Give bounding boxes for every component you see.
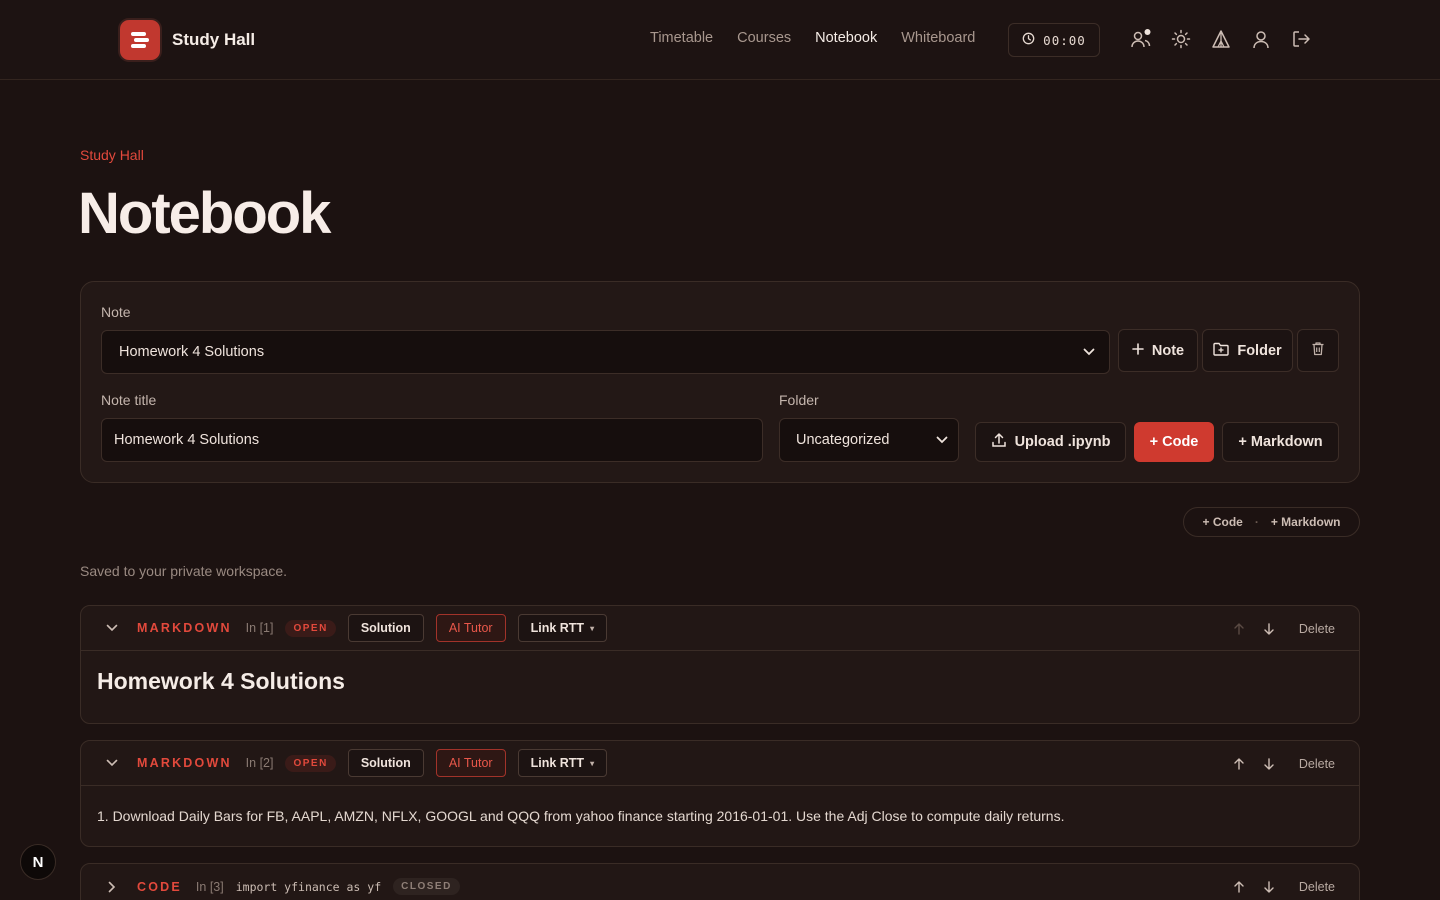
nav-link-whiteboard[interactable]: Whiteboard	[901, 30, 975, 46]
page-title: Notebook	[78, 181, 331, 246]
ai-tutor-button[interactable]: AI Tutor	[435, 614, 506, 642]
note-label: Note	[101, 304, 131, 320]
link-rtt-dropdown[interactable]: Link RTT ▾	[517, 614, 608, 642]
nav-link-courses[interactable]: Courses	[737, 30, 791, 46]
cell-type: MARKDOWN	[137, 756, 232, 770]
link-rtt-dropdown[interactable]: Link RTT ▾	[517, 749, 608, 777]
delete-cell-button[interactable]: Delete	[1299, 757, 1335, 771]
add-markdown-cell-button[interactable]: + Markdown	[1222, 422, 1339, 462]
quick-add-separator: ·	[1254, 515, 1259, 529]
delete-cell-button[interactable]: Delete	[1299, 880, 1335, 894]
nav-links: Timetable Courses Notebook Whiteboard	[650, 30, 975, 46]
note-select-value: Homework 4 Solutions	[119, 344, 265, 360]
add-note-label: Note	[1151, 342, 1185, 359]
add-folder-label: Folder	[1237, 342, 1282, 359]
notebook-cell: CODE In [3] import yfinance as yf CLOSED…	[80, 863, 1360, 900]
markdown-heading: Homework 4 Solutions	[97, 668, 345, 694]
delete-note-button[interactable]	[1297, 329, 1339, 372]
move-up-icon[interactable]	[1231, 621, 1247, 637]
study-hall-logo-icon	[120, 20, 160, 60]
move-down-icon[interactable]	[1261, 621, 1277, 637]
cell-exec-count: In [2]	[245, 756, 274, 770]
cell-actions: Delete	[1231, 741, 1335, 786]
cell-state-badge: CLOSED	[393, 878, 460, 895]
cell-header: CODE In [3] import yfinance as yf CLOSED…	[81, 864, 1359, 900]
study-timer[interactable]: 00:00	[1008, 23, 1100, 57]
ai-tutor-button[interactable]: AI Tutor	[435, 749, 506, 777]
add-folder-button[interactable]: Folder	[1202, 329, 1293, 372]
cell-body[interactable]: 1. Download Daily Bars for FB, AAPL, AMZ…	[81, 786, 1359, 824]
quick-add-code[interactable]: + Code	[1202, 515, 1242, 529]
logout-icon[interactable]	[1290, 28, 1312, 50]
plus-icon	[1132, 342, 1144, 359]
save-status: Saved to your private workspace.	[80, 563, 287, 579]
cell-actions: Delete	[1231, 606, 1335, 651]
nav-icon-group	[1130, 28, 1312, 50]
note-select[interactable]: Homework 4 Solutions	[101, 330, 1110, 374]
link-rtt-label: Link RTT	[530, 621, 585, 635]
upload-ipynb-button[interactable]: Upload .ipynb	[975, 422, 1126, 462]
user-icon[interactable]	[1250, 28, 1272, 50]
users-icon[interactable]	[1130, 28, 1152, 50]
caret-down-icon: ▾	[590, 623, 595, 633]
cell-type: CODE	[137, 879, 182, 894]
brand[interactable]: Study Hall	[120, 20, 255, 60]
nav-link-notebook[interactable]: Notebook	[815, 30, 877, 46]
tent-icon[interactable]	[1210, 28, 1232, 50]
collapse-chevron-icon[interactable]	[103, 619, 121, 637]
markdown-paragraph: 1. Download Daily Bars for FB, AAPL, AMZ…	[97, 808, 1065, 824]
folder-label: Folder	[779, 392, 819, 408]
note-settings-panel: Note Homework 4 Solutions Note Folder No…	[80, 281, 1360, 483]
upload-label: Upload .ipynb	[1014, 434, 1111, 450]
solution-button[interactable]: Solution	[347, 749, 424, 777]
clock-icon	[1022, 32, 1035, 48]
code-preview: import yfinance as yf	[235, 879, 382, 894]
notebook-cell: MARKDOWN In [1] OPEN Solution AI Tutor L…	[80, 605, 1360, 724]
cell-state-badge: OPEN	[285, 619, 336, 637]
link-rtt-label: Link RTT	[530, 756, 585, 770]
quick-add-markdown[interactable]: + Markdown	[1271, 515, 1341, 529]
notebook-cell: MARKDOWN In [2] OPEN Solution AI Tutor L…	[80, 740, 1360, 847]
folder-select-value: Uncategorized	[796, 432, 890, 448]
move-down-icon[interactable]	[1261, 756, 1277, 772]
cell-actions: Delete	[1231, 864, 1335, 900]
cell-exec-count: In [3]	[195, 879, 224, 894]
cell-exec-count: In [1]	[245, 621, 274, 635]
dev-tools-badge[interactable]: N	[20, 844, 56, 880]
nav-link-timetable[interactable]: Timetable	[650, 30, 713, 46]
folder-plus-icon	[1213, 342, 1230, 360]
breadcrumb[interactable]: Study Hall	[80, 147, 144, 163]
timer-value: 00:00	[1043, 32, 1086, 48]
chevron-down-icon	[1083, 344, 1095, 360]
solution-button[interactable]: Solution	[347, 614, 424, 642]
move-up-icon[interactable]	[1231, 879, 1247, 895]
cell-type: MARKDOWN	[137, 621, 232, 635]
cell-body[interactable]: Homework 4 Solutions	[81, 651, 1359, 695]
add-note-button[interactable]: Note	[1118, 329, 1198, 372]
expand-chevron-icon[interactable]	[103, 878, 121, 896]
cell-header: MARKDOWN In [2] OPEN Solution AI Tutor L…	[81, 741, 1359, 786]
delete-cell-button[interactable]: Delete	[1299, 622, 1335, 636]
cell-state-badge: OPEN	[285, 754, 336, 772]
brand-name: Study Hall	[172, 30, 256, 49]
note-title-label: Note title	[101, 392, 157, 408]
trash-icon	[1311, 341, 1325, 360]
caret-down-icon: ▾	[590, 758, 595, 768]
note-title-input[interactable]: Homework 4 Solutions	[101, 418, 763, 462]
folder-select[interactable]: Uncategorized	[779, 418, 959, 462]
add-code-cell-button[interactable]: + Code	[1134, 422, 1214, 462]
top-navbar: Study Hall Timetable Courses Notebook Wh…	[0, 0, 1440, 80]
move-down-icon[interactable]	[1261, 879, 1277, 895]
chevron-down-icon	[936, 432, 948, 448]
move-up-icon[interactable]	[1231, 756, 1247, 772]
upload-icon	[991, 432, 1007, 452]
cell-header: MARKDOWN In [1] OPEN Solution AI Tutor L…	[81, 606, 1359, 651]
collapse-chevron-icon[interactable]	[103, 754, 121, 772]
quick-add-pill: + Code · + Markdown	[1183, 507, 1360, 537]
sun-icon[interactable]	[1170, 28, 1192, 50]
